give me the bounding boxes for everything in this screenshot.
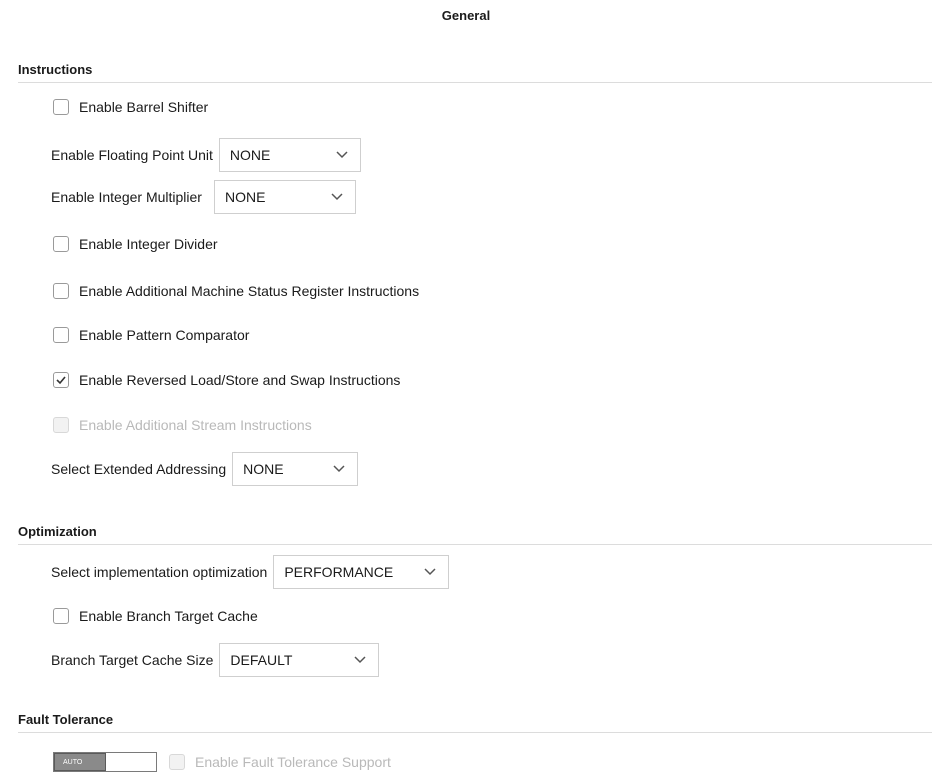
fpu-row: Enable Floating Point Unit NONE	[51, 138, 361, 172]
btc-size-select-value: DEFAULT	[230, 652, 293, 668]
int-mult-label: Enable Integer Multiplier	[51, 189, 202, 205]
btc-size-label: Branch Target Cache Size	[51, 652, 214, 668]
impl-select[interactable]: PERFORMANCE	[273, 555, 450, 589]
int-div-option[interactable]: Enable Integer Divider	[53, 236, 218, 252]
stream-label: Enable Additional Stream Instructions	[79, 417, 312, 433]
msr-checkbox[interactable]	[53, 283, 69, 299]
reversed-option[interactable]: Enable Reversed Load/Store and Swap Inst…	[53, 372, 400, 388]
chevron-down-icon	[424, 568, 436, 576]
int-mult-row: Enable Integer Multiplier NONE	[51, 180, 356, 214]
btc-checkbox[interactable]	[53, 608, 69, 624]
impl-row: Select implementation optimization PERFO…	[51, 555, 450, 589]
ext-addr-select-value: NONE	[243, 461, 284, 477]
btc-size-row: Branch Target Cache Size DEFAULT	[51, 643, 380, 677]
chevron-down-icon	[333, 465, 345, 473]
section-fault-tolerance: Fault Tolerance	[18, 712, 114, 727]
fault-support-checkbox	[169, 754, 185, 770]
fpu-label: Enable Floating Point Unit	[51, 147, 213, 163]
btc-size-select[interactable]: DEFAULT	[219, 643, 380, 677]
msr-option[interactable]: Enable Additional Machine Status Registe…	[53, 283, 419, 299]
auto-toggle-label: AUTO	[54, 753, 106, 771]
divider	[18, 732, 932, 733]
msr-label: Enable Additional Machine Status Registe…	[79, 283, 420, 299]
int-mult-select[interactable]: NONE	[213, 180, 356, 214]
barrel-shifter-option[interactable]: Enable Barrel Shifter	[53, 99, 208, 115]
fpu-select[interactable]: NONE	[218, 138, 361, 172]
fault-support-label: Enable Fault Tolerance Support	[195, 754, 391, 770]
page-title: General	[441, 8, 491, 23]
chevron-down-icon	[331, 193, 343, 201]
section-optimization: Optimization	[18, 524, 97, 539]
stream-checkbox	[53, 417, 69, 433]
divider	[18, 544, 932, 545]
barrel-shifter-checkbox[interactable]	[53, 99, 69, 115]
barrel-shifter-label: Enable Barrel Shifter	[79, 99, 209, 115]
fault-tolerance-row: AUTO Enable Fault Tolerance Support	[53, 752, 391, 772]
stream-option: Enable Additional Stream Instructions	[53, 417, 312, 433]
section-instructions: Instructions	[18, 62, 93, 77]
reversed-label: Enable Reversed Load/Store and Swap Inst…	[79, 372, 401, 388]
reversed-checkbox[interactable]	[53, 372, 69, 388]
auto-toggle[interactable]: AUTO	[53, 752, 157, 772]
ext-addr-select[interactable]: NONE	[232, 452, 359, 486]
pattern-checkbox[interactable]	[53, 327, 69, 343]
ext-addr-row: Select Extended Addressing NONE	[51, 452, 359, 486]
pattern-option[interactable]: Enable Pattern Comparator	[53, 327, 249, 343]
pattern-label: Enable Pattern Comparator	[79, 327, 250, 343]
int-div-checkbox[interactable]	[53, 236, 69, 252]
chevron-down-icon	[336, 151, 348, 159]
divider	[18, 82, 932, 83]
impl-label: Select implementation optimization	[51, 564, 268, 580]
fpu-select-value: NONE	[229, 147, 271, 163]
int-mult-select-value: NONE	[224, 189, 266, 205]
btc-label: Enable Branch Target Cache	[79, 608, 258, 624]
int-div-label: Enable Integer Divider	[79, 236, 218, 252]
impl-select-value: PERFORMANCE	[284, 564, 394, 580]
btc-option[interactable]: Enable Branch Target Cache	[53, 608, 258, 624]
ext-addr-label: Select Extended Addressing	[51, 461, 227, 477]
chevron-down-icon	[354, 656, 366, 664]
